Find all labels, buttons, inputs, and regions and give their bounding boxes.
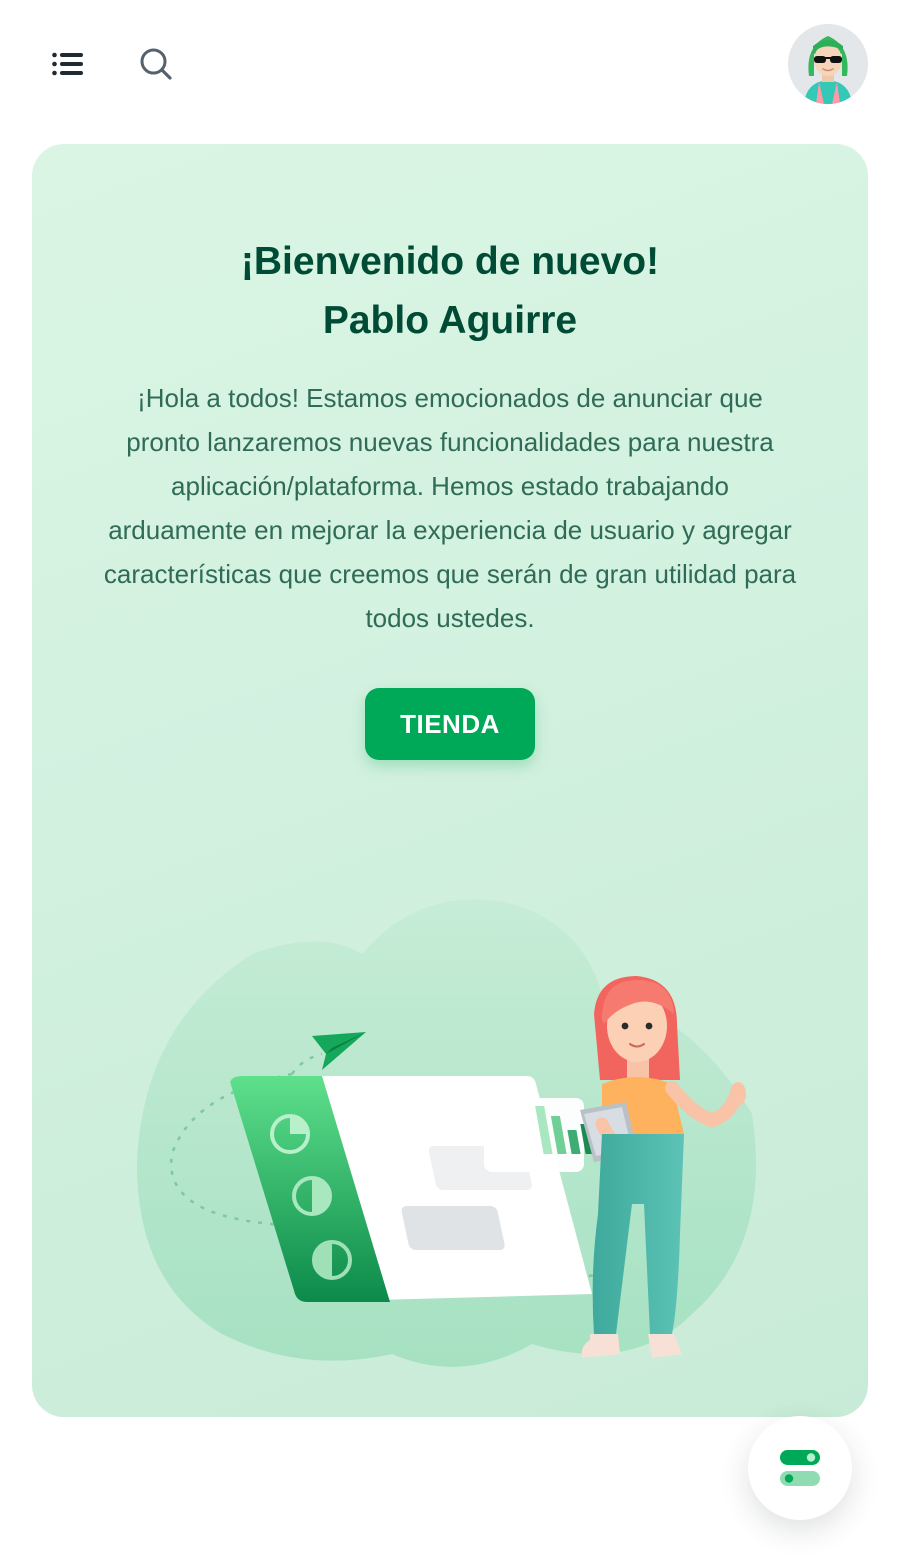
user-avatar[interactable] bbox=[788, 24, 868, 104]
search-button[interactable] bbox=[128, 36, 184, 92]
menu-button[interactable] bbox=[40, 36, 96, 92]
settings-fab[interactable] bbox=[748, 1416, 852, 1520]
welcome-card: ¡Bienvenido de nuevo! Pablo Aguirre ¡Hol… bbox=[32, 144, 868, 1417]
toggle-settings-icon bbox=[780, 1450, 820, 1486]
search-icon bbox=[140, 48, 172, 80]
welcome-title: ¡Bienvenido de nuevo! Pablo Aguirre bbox=[32, 232, 868, 350]
dashboard-illustration bbox=[137, 899, 756, 1367]
welcome-greeting: ¡Bienvenido de nuevo! bbox=[240, 240, 660, 283]
avatar-icon bbox=[788, 24, 868, 104]
user-name: Pablo Aguirre bbox=[322, 299, 578, 342]
store-button[interactable]: TIENDA bbox=[365, 688, 535, 760]
welcome-description: ¡Hola a todos! Estamos emocionados de an… bbox=[103, 383, 797, 633]
top-bar bbox=[0, 0, 900, 130]
menu-icon bbox=[52, 52, 83, 76]
